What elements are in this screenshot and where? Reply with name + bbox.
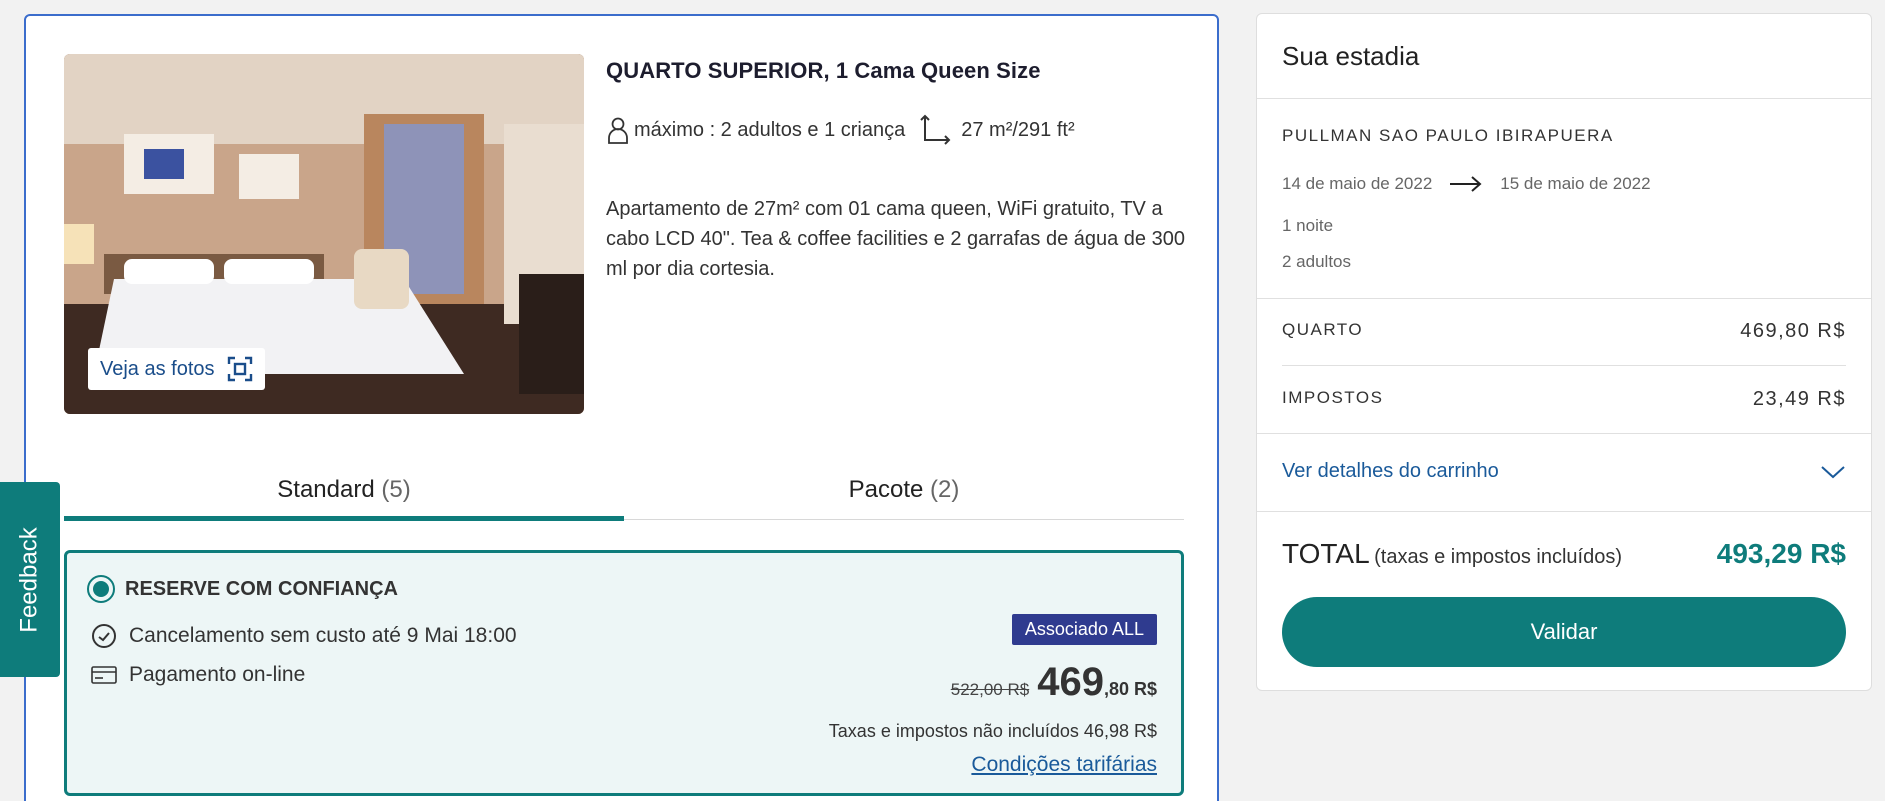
divider: [1257, 98, 1871, 99]
tax-note: Taxas e impostos não incluídos 46,98 R$: [828, 721, 1157, 741]
rate-radio[interactable]: [87, 575, 115, 603]
room-size-icon: [920, 114, 951, 145]
cancellation-text: Cancelamento sem custo até 9 Mai 18:00: [129, 624, 517, 647]
guests: 2 adultos: [1282, 252, 1351, 271]
cart-details-toggle[interactable]: Ver detalhes do carrinho: [1282, 460, 1846, 483]
divider: [1257, 511, 1871, 512]
clock-icon: [92, 624, 116, 648]
chevron-down-icon: [1821, 465, 1845, 478]
view-photos-label: Veja as fotos: [100, 357, 215, 380]
checkout-date: 15 de maio de 2022: [1500, 174, 1651, 193]
room-price-line: QUARTO 469,80 R$: [1282, 320, 1846, 343]
taxes-label: IMPOSTOS: [1282, 388, 1384, 407]
tab-pacote-label: Pacote: [848, 476, 924, 503]
rate-title-label: RESERVE COM CONFIANÇA: [125, 577, 398, 600]
price-row: 522,00 R$ 469 ,80 R$: [951, 660, 1157, 705]
divider: [1257, 433, 1871, 434]
credit-card-icon: [91, 666, 117, 684]
old-price: 522,00 R$: [950, 680, 1030, 699]
cart-details-label: Ver detalhes do carrinho: [1282, 460, 1499, 482]
divider: [1257, 298, 1871, 299]
price-decimal: ,80 R$: [1103, 679, 1157, 699]
room-photo[interactable]: Veja as fotos: [64, 54, 584, 414]
divider: [1282, 365, 1846, 366]
room-price-label: QUARTO: [1282, 320, 1364, 339]
tab-standard[interactable]: Standard (5): [64, 456, 624, 521]
total-note: (taxas e impostos incluídos): [1374, 546, 1622, 568]
view-photos-button[interactable]: Veja as fotos: [88, 348, 265, 390]
tab-pacote-count: (2): [930, 476, 960, 503]
nights: 1 noite: [1282, 216, 1334, 235]
price-integer: 469: [1037, 660, 1104, 704]
room-size-text: 27 m²/291 ft²: [961, 118, 1075, 141]
occupancy-text: máximo : 2 adultos e 1 criança: [634, 118, 906, 141]
arrow-right-icon: [1450, 176, 1482, 192]
total-label: TOTAL: [1282, 538, 1370, 569]
validate-button[interactable]: Validar: [1282, 597, 1846, 667]
feedback-label: Feedback: [16, 526, 43, 633]
taxes-amount: 23,49 R$: [1752, 388, 1846, 410]
payment-line: Pagamento on-line: [91, 662, 305, 688]
person-icon: [608, 117, 628, 144]
room-card: Veja as fotos QUARTO SUPERIOR, 1 Cama Qu…: [24, 14, 1219, 801]
summary-title: Sua estadia: [1282, 41, 1420, 71]
tab-standard-count: (5): [381, 476, 411, 503]
feedback-tab[interactable]: Feedback: [0, 482, 60, 677]
room-price-amount: 469,80 R$: [1740, 320, 1846, 342]
room-title: QUARTO SUPERIOR, 1 Cama Queen Size: [606, 58, 1041, 83]
room-meta: máximo : 2 adultos e 1 criança 27 m²/291…: [606, 114, 1075, 146]
radio-dot: [93, 581, 109, 597]
total-amount: 493,29 R$: [1716, 538, 1846, 569]
room-description: Apartamento de 27m² com 01 cama queen, W…: [606, 198, 1185, 280]
rate-option[interactable]: RESERVE COM CONFIANÇA Cancelamento sem c…: [64, 550, 1184, 796]
total-row: TOTAL (taxas e impostos incluídos) 493,2…: [1282, 538, 1846, 570]
gallery-icon: [227, 356, 252, 382]
rate-title: RESERVE COM CONFIANÇA: [87, 575, 398, 603]
tab-pacote[interactable]: Pacote (2): [624, 456, 1184, 519]
checkin-date: 14 de maio de 2022: [1282, 174, 1433, 193]
stay-summary: Sua estadia PULLMAN SAO PAULO IBIRAPUERA…: [1256, 13, 1872, 691]
rate-conditions-link[interactable]: Condições tarifárias: [971, 753, 1157, 777]
rate-tabs: Standard (5) Pacote (2): [64, 456, 1184, 521]
cancellation-line: Cancelamento sem custo até 9 Mai 18:00: [91, 623, 517, 649]
member-badge: Associado ALL: [1011, 614, 1157, 645]
taxes-line: IMPOSTOS 23,49 R$: [1282, 388, 1846, 411]
tab-standard-label: Standard: [277, 476, 375, 503]
page: Veja as fotos QUARTO SUPERIOR, 1 Cama Qu…: [0, 0, 1885, 801]
payment-text: Pagamento on-line: [129, 663, 306, 686]
stay-dates: 14 de maio de 2022 15 de maio de 2022: [1282, 174, 1651, 194]
hotel-name: PULLMAN SAO PAULO IBIRAPUERA: [1282, 126, 1614, 145]
